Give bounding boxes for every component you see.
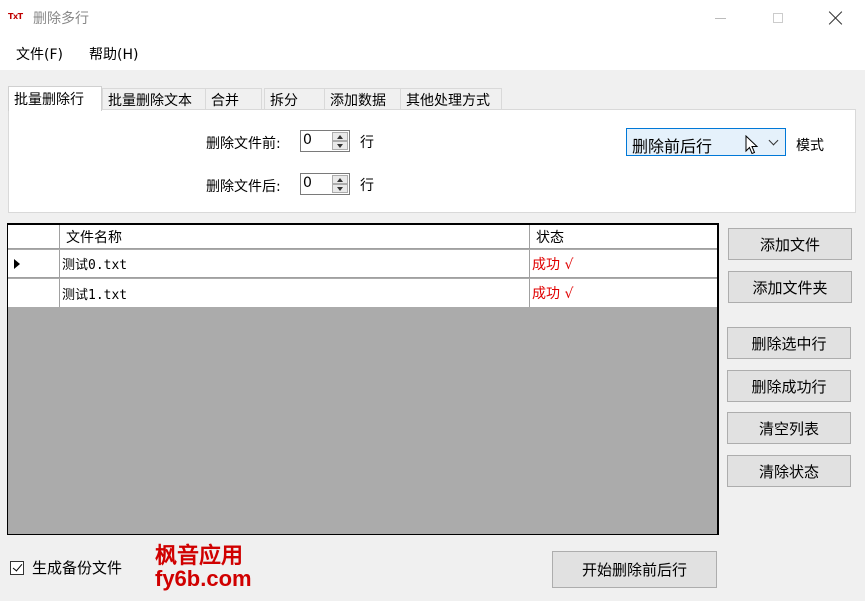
menu-bar: 文件(F) 帮助(H) (0, 36, 865, 70)
delete-success-button[interactable]: 删除成功行 (727, 370, 851, 402)
minimize-button[interactable] (697, 4, 743, 32)
maximize-button[interactable] (755, 4, 801, 32)
delete-after-label: 删除文件后: (206, 179, 281, 195)
menu-help[interactable]: 帮助(H) (89, 44, 138, 64)
minimize-icon (714, 17, 726, 19)
mode-select-value: 删除前后行 (632, 137, 713, 156)
tab-split[interactable]: 拆分 (264, 88, 325, 110)
menu-file[interactable]: 文件(F) (16, 44, 63, 64)
grid-header: 文件名称 状态 (8, 225, 717, 249)
tab-batch-delete-text[interactable]: 批量删除文本 (102, 88, 206, 110)
row-header[interactable] (8, 250, 60, 277)
unit-label: 行 (360, 135, 374, 151)
clear-status-button[interactable]: 清除状态 (727, 455, 851, 487)
mode-select[interactable]: 删除前后行 (626, 128, 786, 156)
unit-label: 行 (360, 178, 374, 194)
current-row-icon (14, 258, 20, 269)
file-grid[interactable]: 文件名称 状态 测试0.txt 成功 √ 测试1.txt 成功 √ (7, 223, 719, 535)
add-folder-button[interactable]: 添加文件夹 (728, 271, 852, 303)
spin-up-button[interactable] (332, 175, 348, 184)
delete-selected-button[interactable]: 删除选中行 (727, 327, 851, 359)
chevron-down-icon (337, 143, 343, 148)
tab-add-data[interactable]: 添加数据 (324, 88, 401, 110)
tab-other[interactable]: 其他处理方式 (400, 88, 502, 110)
cell-status[interactable]: 成功 √ (530, 279, 717, 307)
chevron-down-icon (337, 186, 343, 191)
table-row[interactable]: 测试0.txt 成功 √ (8, 250, 717, 278)
backup-checkbox-row[interactable]: 生成备份文件 (10, 557, 122, 578)
clear-list-button[interactable]: 清空列表 (727, 412, 851, 444)
tab-panel: 删除文件前: 0 行 删除文件后: 0 行 删除前后行 模式 (8, 109, 856, 213)
backup-label[interactable]: 生成备份文件 (32, 557, 122, 578)
cell-status[interactable]: 成功 √ (530, 250, 717, 277)
spin-buttons (332, 175, 348, 193)
backup-checkbox[interactable] (10, 560, 24, 575)
app-icon: TxT (8, 12, 23, 21)
title-bar: TxT 删除多行 (0, 0, 865, 36)
spin-buttons (332, 132, 348, 150)
column-header-filename[interactable]: 文件名称 (60, 225, 530, 248)
add-file-button[interactable]: 添加文件 (728, 228, 852, 260)
spin-down-button[interactable] (332, 184, 348, 193)
delete-before-label: 删除文件前: (206, 136, 281, 152)
window-title: 删除多行 (33, 11, 89, 27)
column-header-status[interactable]: 状态 (530, 225, 717, 248)
cell-filename[interactable]: 测试1.txt (60, 279, 530, 307)
tab-batch-delete-lines[interactable]: 批量删除行 (8, 86, 102, 111)
mouse-cursor-icon (745, 135, 759, 155)
delete-before-value[interactable]: 0 (303, 132, 312, 148)
chevron-up-icon (337, 134, 343, 139)
maximize-icon (773, 13, 783, 23)
close-icon (829, 11, 843, 25)
spin-down-button[interactable] (332, 141, 348, 150)
row-header[interactable] (8, 279, 60, 307)
tab-merge[interactable]: 合并 (205, 88, 262, 110)
watermark-line2: fy6b.com (155, 566, 252, 591)
row-header-corner (8, 225, 60, 248)
close-button[interactable] (813, 4, 859, 32)
delete-before-stepper[interactable]: 0 (300, 130, 350, 152)
delete-after-stepper[interactable]: 0 (300, 173, 350, 195)
start-button[interactable]: 开始删除前后行 (552, 551, 717, 588)
delete-after-value[interactable]: 0 (303, 175, 312, 191)
chevron-up-icon (337, 177, 343, 182)
spin-up-button[interactable] (332, 132, 348, 141)
mode-label: 模式 (796, 138, 824, 154)
cell-filename[interactable]: 测试0.txt (60, 250, 530, 277)
table-row[interactable]: 测试1.txt 成功 √ (8, 279, 717, 307)
chevron-down-icon (768, 135, 779, 146)
